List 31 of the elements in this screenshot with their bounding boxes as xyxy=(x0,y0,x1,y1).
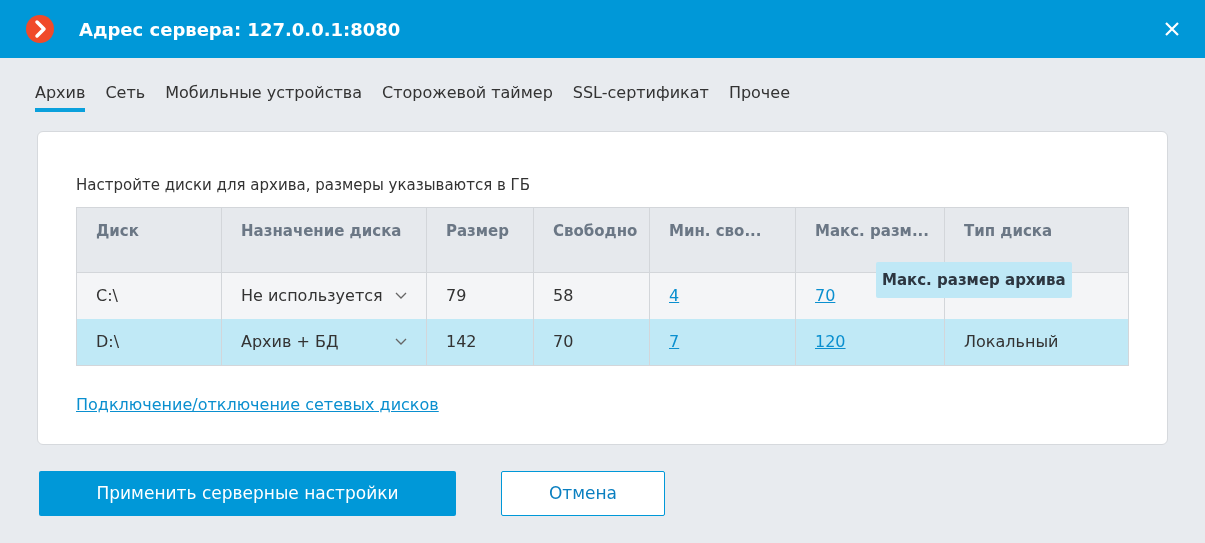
table-cell: 58 xyxy=(534,272,650,319)
tooltip: Макс. размер архива xyxy=(876,262,1072,298)
dropdown[interactable]: Архив + БД xyxy=(222,318,427,365)
table-cell: 142 xyxy=(427,318,534,365)
tab[interactable]: Сеть xyxy=(105,78,146,112)
table-row[interactable]: D:\ Архив + БД 142 70 7 120 Локальный xyxy=(77,318,1128,365)
column-header: Назначение диска xyxy=(222,207,427,272)
table-cell-text: Локальный xyxy=(963,330,1060,353)
column-header: Мин. сво... xyxy=(650,207,796,272)
column-header: Свободно xyxy=(534,207,650,272)
close-icon[interactable] xyxy=(1164,21,1180,37)
network-drives-link[interactable]: Подключение/отключение сетевых дисков xyxy=(76,392,439,417)
column-header: Диск xyxy=(77,207,222,272)
tab[interactable]: Архив xyxy=(35,78,86,112)
chevron-down-icon xyxy=(395,291,407,300)
column-header: Размер xyxy=(427,207,534,272)
cancel-button[interactable]: Отмена xyxy=(501,471,665,516)
tab[interactable]: SSL-сертификат xyxy=(572,78,709,112)
table-cell: D:\ xyxy=(77,318,222,365)
column-header: Тип диска xyxy=(963,220,1054,242)
tab[interactable]: Прочее xyxy=(728,78,790,112)
dropdown[interactable]: Не используется xyxy=(222,272,427,319)
window-title: Адрес сервера: 127.0.0.1:8080 xyxy=(79,17,401,42)
instruction-text: Настройте диски для архива, размеры указываются в ГБ xyxy=(76,175,532,196)
chevron-down-icon xyxy=(395,337,407,346)
table-cell: C:\ xyxy=(77,272,222,319)
logo-icon xyxy=(25,14,55,44)
tab[interactable]: Сторожевой таймер xyxy=(382,78,553,112)
tab[interactable]: Мобильные устройства xyxy=(165,78,362,112)
table-cell: 70 xyxy=(534,318,650,365)
table-cell: 79 xyxy=(427,272,534,319)
